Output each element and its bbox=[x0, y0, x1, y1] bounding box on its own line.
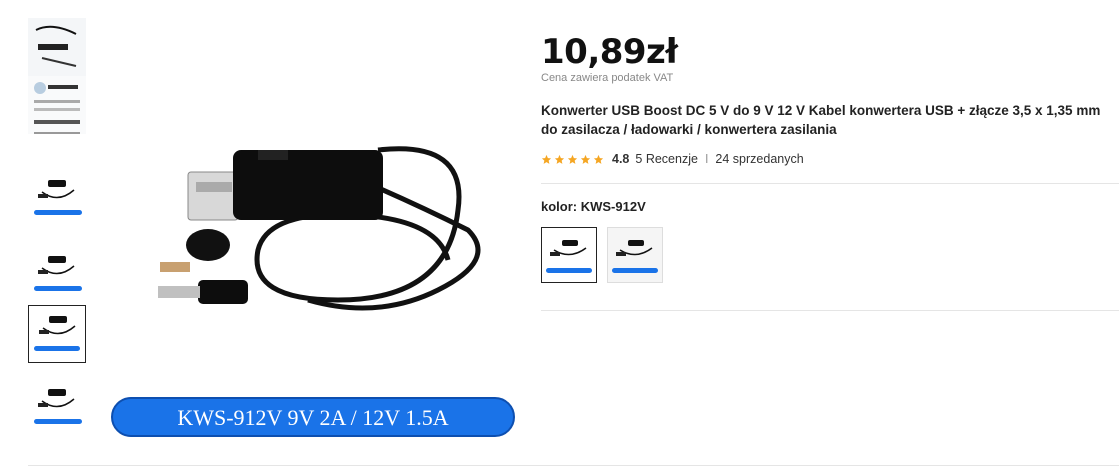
star-icon bbox=[593, 154, 604, 164]
thumbnail-1[interactable] bbox=[28, 18, 86, 76]
price: 10,89zł bbox=[541, 32, 678, 72]
thumbnail-5-selected[interactable] bbox=[28, 305, 86, 363]
variant-option[interactable] bbox=[607, 227, 663, 283]
main-product-image[interactable]: KWS-912V 9V 2A / 12V 1.5A bbox=[108, 0, 518, 440]
rating-value: 4.8 bbox=[612, 152, 630, 166]
star-icon bbox=[567, 154, 578, 164]
variant-label: kolor: KWS-912V bbox=[541, 199, 646, 214]
thumbnail-6[interactable] bbox=[28, 379, 86, 437]
thumbnail-2[interactable] bbox=[28, 76, 86, 134]
star-icon bbox=[580, 154, 591, 164]
separator: I bbox=[704, 152, 709, 166]
thumbnail-4[interactable] bbox=[28, 246, 86, 304]
rating-stars bbox=[541, 154, 604, 165]
variant-selector bbox=[541, 227, 663, 283]
variant-option-selected[interactable] bbox=[541, 227, 597, 283]
banner-text: KWS-912V 9V 2A / 12V 1.5A bbox=[177, 405, 448, 430]
thumbnail-3[interactable] bbox=[28, 170, 86, 228]
rating-row: 4.8 5 Recenzje I 24 sprzedanych bbox=[541, 151, 804, 167]
divider bbox=[28, 465, 1119, 466]
sold-count: 24 sprzedanych bbox=[715, 152, 804, 166]
reviews-link[interactable]: 5 Recenzje bbox=[635, 152, 698, 166]
tax-note: Cena zawiera podatek VAT bbox=[541, 72, 674, 84]
product-title: Konwerter USB Boost DC 5 V do 9 V 12 V K… bbox=[541, 103, 1101, 137]
star-icon bbox=[554, 154, 565, 164]
divider bbox=[541, 310, 1119, 311]
star-icon bbox=[541, 154, 552, 164]
divider bbox=[541, 183, 1119, 184]
